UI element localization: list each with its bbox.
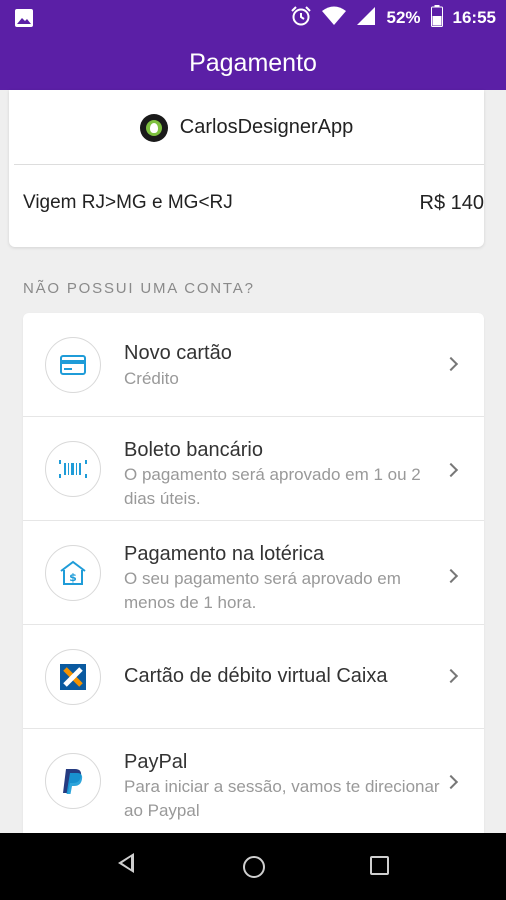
battery-icon [430, 4, 443, 32]
clock: 16:55 [452, 8, 496, 27]
divider [14, 164, 484, 165]
image-notification-icon [14, 8, 34, 33]
section-title: NÃO POSSUI UMA CONTA? [23, 280, 255, 297]
back-icon[interactable] [118, 853, 134, 873]
status-bar: 52% 16:55 [0, 0, 506, 36]
system-navigation-bar [0, 833, 506, 900]
order-line: Vigem RJ>MG e MG<RJ R$ 140 [23, 186, 484, 220]
payment-option-title: Novo cartão [124, 342, 232, 364]
payment-option-subtitle: O seu pagamento será aprovado em menos d… [124, 569, 401, 612]
order-description: Vigem RJ>MG e MG<RJ [23, 192, 233, 213]
wifi-icon [322, 6, 347, 31]
payment-option-title: Cartão de débito virtual Caixa [124, 665, 388, 687]
payment-option-new-card[interactable]: Novo cartão Crédito [23, 313, 484, 417]
credit-card-icon [45, 337, 101, 393]
alarm-icon [290, 5, 312, 32]
merchant-name: CarlosDesignerApp [179, 116, 354, 138]
barcode-icon [45, 441, 101, 497]
app-bar: Pagamento [0, 36, 506, 90]
caixa-logo-icon [45, 649, 101, 705]
payment-option-caixa-debit[interactable]: Cartão de débito virtual Caixa [23, 625, 484, 729]
payment-option-title: Pagamento na lotérica [124, 543, 325, 565]
payment-option-boleto[interactable]: Boleto bancário O pagamento será aprovad… [23, 417, 484, 521]
signal-icon [356, 6, 376, 31]
payment-option-subtitle: Crédito [124, 369, 179, 388]
merchant-logo-icon [139, 113, 168, 142]
recent-apps-icon[interactable] [370, 856, 389, 875]
chevron-right-icon [443, 668, 459, 684]
payment-option-title: Boleto bancário [124, 439, 263, 461]
payment-option-subtitle: O pagamento será aprovado em 1 ou 2 dias… [124, 465, 421, 508]
home-icon[interactable] [243, 856, 265, 878]
payment-option-lottery[interactable]: $ Pagamento na lotérica O seu pagamento … [23, 521, 484, 625]
svg-text:$: $ [69, 571, 77, 584]
order-amount: R$ 140 [419, 191, 485, 214]
merchant-header: CarlosDesignerApp [9, 90, 484, 165]
paypal-logo-icon [45, 753, 101, 809]
payment-option-title: PayPal [124, 751, 188, 773]
lottery-store-icon: $ [45, 545, 101, 601]
battery-percent: 52% [386, 8, 421, 27]
payment-option-subtitle: Para iniciar a sessão, vamos te direcion… [124, 777, 440, 820]
payment-option-paypal[interactable]: PayPal Para iniciar a sessão, vamos te d… [23, 729, 484, 833]
page-title: Pagamento [189, 48, 317, 77]
order-summary-card: CarlosDesignerApp [9, 90, 484, 247]
payment-methods-list: Novo cartão Crédito Boleto bancário O pa… [23, 313, 484, 833]
